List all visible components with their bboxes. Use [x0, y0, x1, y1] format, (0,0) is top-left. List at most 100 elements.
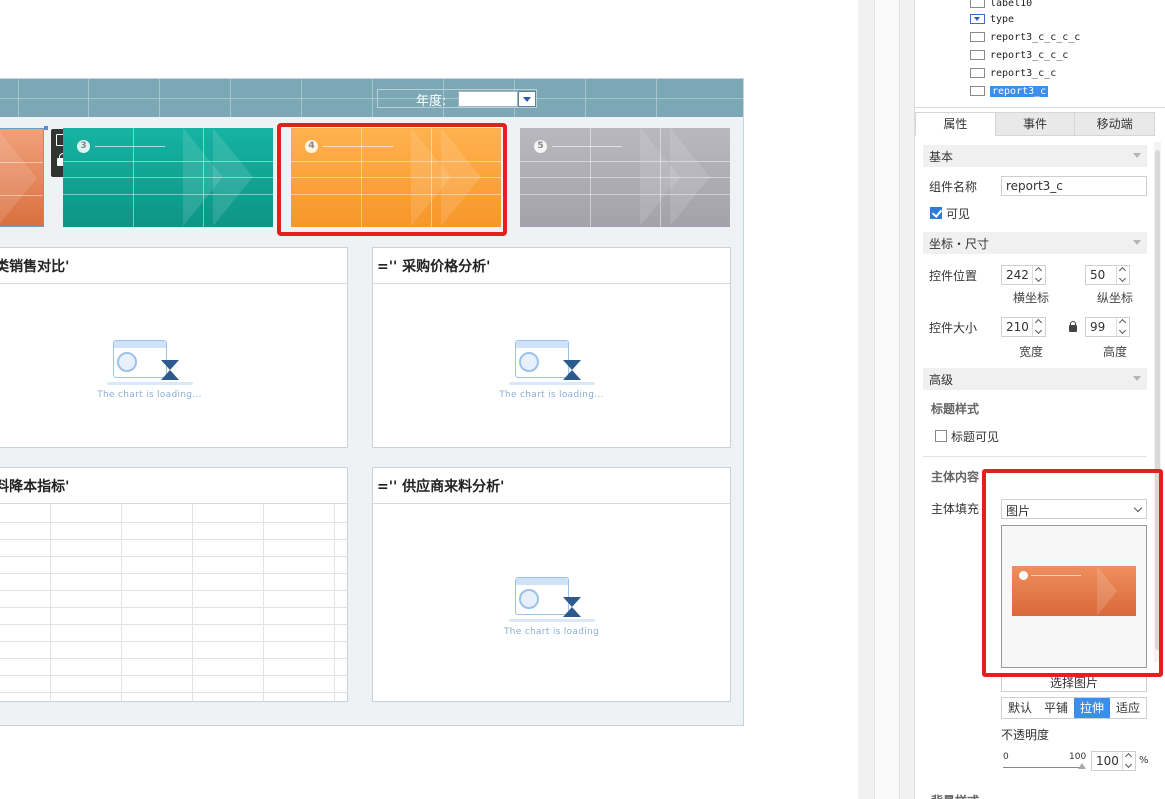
loading-text: The chart is loading	[503, 626, 600, 637]
shadow-decor	[106, 381, 193, 385]
selection-highlight	[277, 123, 507, 236]
title-band[interactable]: 年度:	[0, 79, 743, 117]
table-row	[0, 573, 347, 574]
stepper-arrows[interactable]	[1032, 318, 1045, 336]
report-icon	[970, 68, 985, 78]
section-geometry[interactable]: 坐标・尺寸	[923, 232, 1147, 254]
tree-item[interactable]: type	[970, 11, 1014, 27]
loading-text: The chart is loading...	[499, 389, 604, 400]
tile-number-badge: 3	[77, 140, 90, 153]
x-stepper[interactable]: 242	[1001, 265, 1046, 285]
chevron-down-icon	[1034, 326, 1043, 335]
table-row	[0, 675, 347, 676]
table-row	[0, 590, 347, 591]
table-col	[50, 504, 51, 701]
band-gridline	[159, 79, 160, 117]
properties-sidebar: label10 type report3_c_c_c_c report3_c_c…	[914, 0, 1165, 799]
dropdown-icon	[970, 14, 985, 24]
mode-default[interactable]: 默认	[1002, 698, 1038, 718]
y-stepper[interactable]: 50	[1085, 265, 1130, 285]
table-row	[0, 556, 347, 557]
table-panel-cost[interactable]: ='' 物料降本指标'	[0, 467, 348, 702]
height-stepper[interactable]: 99	[1085, 317, 1130, 337]
collapse-caret-icon	[1133, 153, 1141, 158]
shadow-decor	[508, 381, 595, 385]
width-stepper[interactable]: 210	[1001, 317, 1046, 337]
height-caption: 高度	[1102, 345, 1127, 359]
background-style-heading: 背景样式	[931, 792, 979, 799]
chart-area: The chart is loading...	[0, 284, 347, 447]
tree-item-label: report3_c_c	[990, 67, 1057, 79]
kpi-tile-3[interactable]: 3	[63, 128, 273, 227]
splitter-handle[interactable]	[874, 0, 900, 799]
resize-handle[interactable]	[44, 126, 48, 130]
mode-stretch[interactable]: 拉伸	[1074, 698, 1110, 718]
app-window: 年度: 3 4 5 销售对比' The chart is loading... …	[0, 0, 1165, 799]
tree-item-selected[interactable]: report3_c	[970, 83, 1049, 99]
report-icon	[970, 32, 985, 42]
table-row	[0, 692, 347, 693]
visible-checkbox[interactable]	[930, 207, 942, 219]
year-select-input[interactable]	[458, 91, 518, 107]
opacity-stepper[interactable]: 100	[1091, 751, 1136, 771]
tree-item[interactable]: report3_c_c	[970, 65, 1056, 81]
opacity-label: 不透明度	[1001, 728, 1050, 742]
title-visible-label: 标题可见	[951, 430, 1000, 444]
chevron-up-icon	[1124, 752, 1133, 761]
tree-item[interactable]: label10	[970, 0, 1032, 11]
title-visible-checkbox[interactable]	[935, 430, 947, 442]
stepper-arrows[interactable]	[1116, 318, 1129, 336]
tree-item-label: report3_c	[990, 85, 1049, 97]
report-icon	[970, 50, 985, 60]
panel-tabs: 属性 事件 移动端	[915, 112, 1156, 136]
chart-panel-supplier[interactable]: ='' 供应商来料分析' The chart is loading	[372, 467, 731, 702]
mode-tile[interactable]: 平铺	[1038, 698, 1074, 718]
divider	[923, 456, 1147, 457]
tab-properties[interactable]: 属性	[915, 112, 995, 136]
chart-panel-purchase[interactable]: ='' 采购价格分析' The chart is loading...	[372, 247, 731, 448]
body-content-heading: 主体内容	[931, 470, 980, 484]
title-style-heading: 标题样式	[931, 402, 980, 416]
chevron-up-icon	[1034, 318, 1043, 327]
kpi-tile-5[interactable]: 5	[520, 128, 730, 227]
aspect-lock-icon[interactable]	[1069, 321, 1077, 332]
band-gridline	[372, 79, 373, 117]
tree-item-label: report3_c_c_c	[990, 49, 1069, 61]
opacity-unit: %	[1139, 755, 1149, 766]
hourglass-icon	[562, 606, 581, 617]
stepper-arrows[interactable]	[1116, 266, 1129, 284]
chevron-down-icon	[1124, 760, 1133, 769]
slider-thumb[interactable]	[1078, 763, 1086, 769]
panel-title: ='' 物料降本指标'	[0, 468, 347, 504]
chevron-up-icon	[1118, 266, 1127, 275]
tree-item[interactable]: report3_c_c_c_c	[970, 29, 1080, 45]
section-basic[interactable]: 基本	[923, 145, 1147, 167]
kpi-tile-1[interactable]	[0, 128, 44, 227]
stepper-arrows[interactable]	[1122, 752, 1135, 770]
chart-area: The chart is loading...	[373, 284, 730, 447]
tab-events[interactable]: 事件	[994, 112, 1075, 136]
design-canvas[interactable]: 年度: 3 4 5 销售对比' The chart is loading... …	[0, 0, 858, 799]
component-tree: label10 type report3_c_c_c_c report3_c_c…	[915, 0, 1165, 108]
tile-number-badge: 5	[534, 140, 547, 153]
table-col	[121, 504, 122, 701]
name-label: 组件名称	[929, 180, 978, 194]
collapse-caret-icon	[1133, 376, 1141, 381]
loading-text: The chart is loading...	[97, 389, 202, 400]
pie-chart-icon	[518, 588, 539, 609]
tab-mobile[interactable]: 移动端	[1074, 112, 1156, 136]
stepper-arrows[interactable]	[1032, 266, 1045, 284]
chevron-up-icon	[1118, 318, 1127, 327]
opacity-slider[interactable]	[1003, 767, 1083, 768]
component-name-field[interactable]: report3_c	[1001, 176, 1147, 196]
section-advanced[interactable]: 高级	[923, 368, 1147, 390]
chevron-down-icon[interactable]	[518, 91, 536, 107]
tree-item[interactable]: report3_c_c_c	[970, 47, 1068, 63]
chevron-up-icon	[1034, 266, 1043, 275]
tree-item-label: type	[990, 13, 1015, 25]
visible-label: 可见	[946, 207, 971, 221]
chart-panel-sales[interactable]: ='' 分类销售对比' The chart is loading...	[0, 247, 348, 448]
opacity-value: 100	[1096, 754, 1119, 768]
mode-fit[interactable]: 适应	[1110, 698, 1146, 718]
annotation-highlight	[982, 469, 1163, 677]
